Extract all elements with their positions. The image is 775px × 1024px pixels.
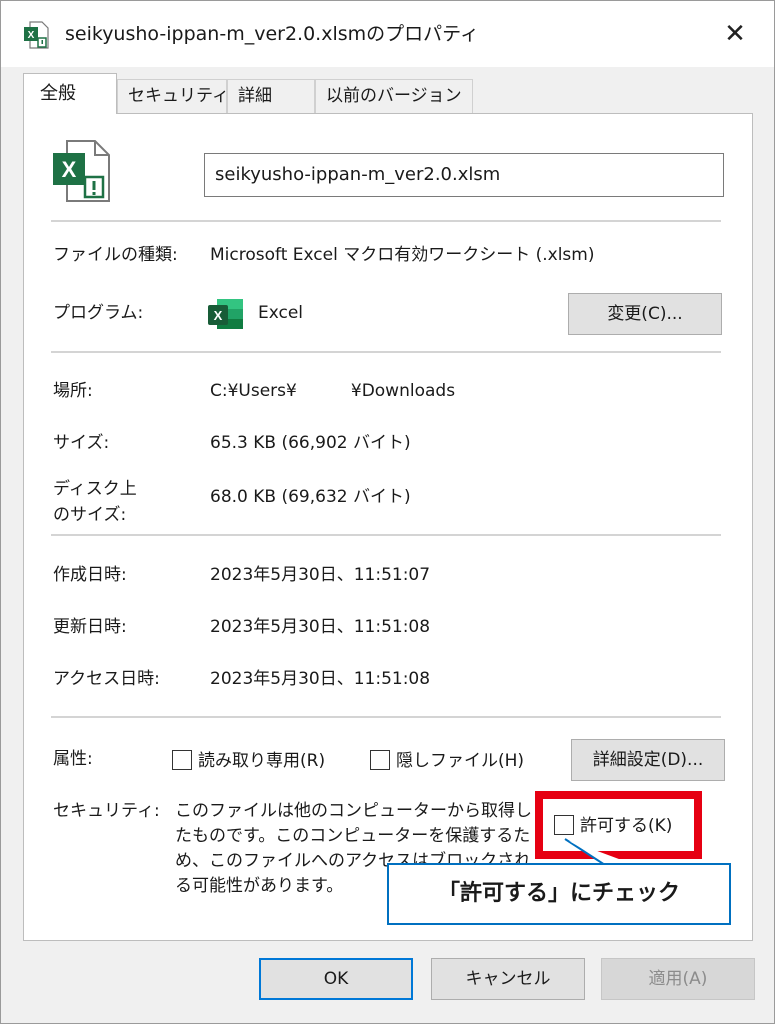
divider: [51, 220, 721, 222]
program-label: プログラム:: [53, 303, 144, 323]
accessed-value: 2023年5月30日、11:51:08: [210, 669, 431, 689]
disk-size-label-line1: ディスク上: [53, 479, 137, 499]
readonly-checkbox[interactable]: 読み取り専用(R): [172, 748, 325, 774]
svg-text:X: X: [62, 157, 77, 182]
disk-size-value: 68.0 KB (69,632 バイト): [210, 487, 411, 507]
file-type-label: ファイルの種類:: [53, 245, 178, 265]
properties-dialog: X seikyusho-ippan-m_ver2.0.xlsmのプロパティ ✕ …: [0, 0, 775, 1024]
created-label: 作成日時:: [53, 565, 127, 585]
apply-button[interactable]: 適用(A): [601, 958, 755, 1000]
size-value: 65.3 KB (66,902 バイト): [210, 433, 411, 453]
program-value: Excel: [258, 303, 304, 323]
checkbox-box[interactable]: [172, 750, 192, 770]
cancel-button[interactable]: キャンセル: [431, 958, 585, 1000]
filename-field[interactable]: seikyusho-ippan-m_ver2.0.xlsm: [204, 153, 724, 197]
file-type-value: Microsoft Excel マクロ有効ワークシート (.xlsm): [210, 245, 595, 265]
hidden-checkbox[interactable]: 隠しファイル(H): [370, 748, 524, 774]
excel-macro-file-icon: X: [53, 140, 110, 202]
title-bar: X seikyusho-ippan-m_ver2.0.xlsmのプロパティ ✕: [1, 1, 774, 67]
location-value: C:¥Users¥ ¥Downloads: [210, 381, 456, 401]
divider: [51, 534, 721, 536]
modified-value: 2023年5月30日、11:51:08: [210, 617, 431, 637]
hidden-checkbox-label: 隠しファイル(H): [396, 751, 525, 771]
excel-file-icon: X: [24, 21, 49, 49]
size-label: サイズ:: [53, 433, 110, 453]
accessed-label: アクセス日時:: [53, 669, 160, 689]
unblock-checkbox[interactable]: 許可する(K): [554, 813, 672, 839]
close-icon[interactable]: ✕: [713, 15, 757, 53]
tab-security[interactable]: セキュリティ: [117, 79, 229, 113]
instruction-callout: 「許可する」にチェック: [387, 863, 731, 925]
change-program-button[interactable]: 変更(C)...: [568, 293, 722, 335]
attributes-label: 属性:: [53, 749, 93, 769]
unblock-checkbox-label: 許可する(K): [580, 816, 673, 836]
svg-text:X: X: [28, 30, 35, 41]
modified-label: 更新日時:: [53, 617, 127, 637]
security-label: セキュリティ:: [53, 801, 160, 821]
divider: [51, 351, 721, 353]
readonly-checkbox-label: 読み取り専用(R): [198, 751, 326, 771]
divider: [51, 716, 721, 718]
tab-previous-versions[interactable]: 以前のバージョン: [315, 79, 473, 113]
excel-app-icon: X: [208, 299, 243, 329]
checkbox-box[interactable]: [554, 815, 574, 835]
created-value: 2023年5月30日、11:51:07: [210, 565, 431, 585]
checkbox-box[interactable]: [370, 750, 390, 770]
window-title: seikyusho-ippan-m_ver2.0.xlsmのプロパティ: [65, 23, 479, 45]
advanced-attributes-button[interactable]: 詳細設定(D)...: [571, 739, 725, 781]
tab-details[interactable]: 詳細: [227, 79, 315, 113]
location-label: 場所:: [53, 381, 93, 401]
ok-button[interactable]: OK: [259, 958, 413, 1000]
tab-general[interactable]: 全般: [23, 73, 117, 114]
disk-size-label-line2: のサイズ:: [53, 505, 127, 525]
svg-text:X: X: [214, 308, 223, 323]
